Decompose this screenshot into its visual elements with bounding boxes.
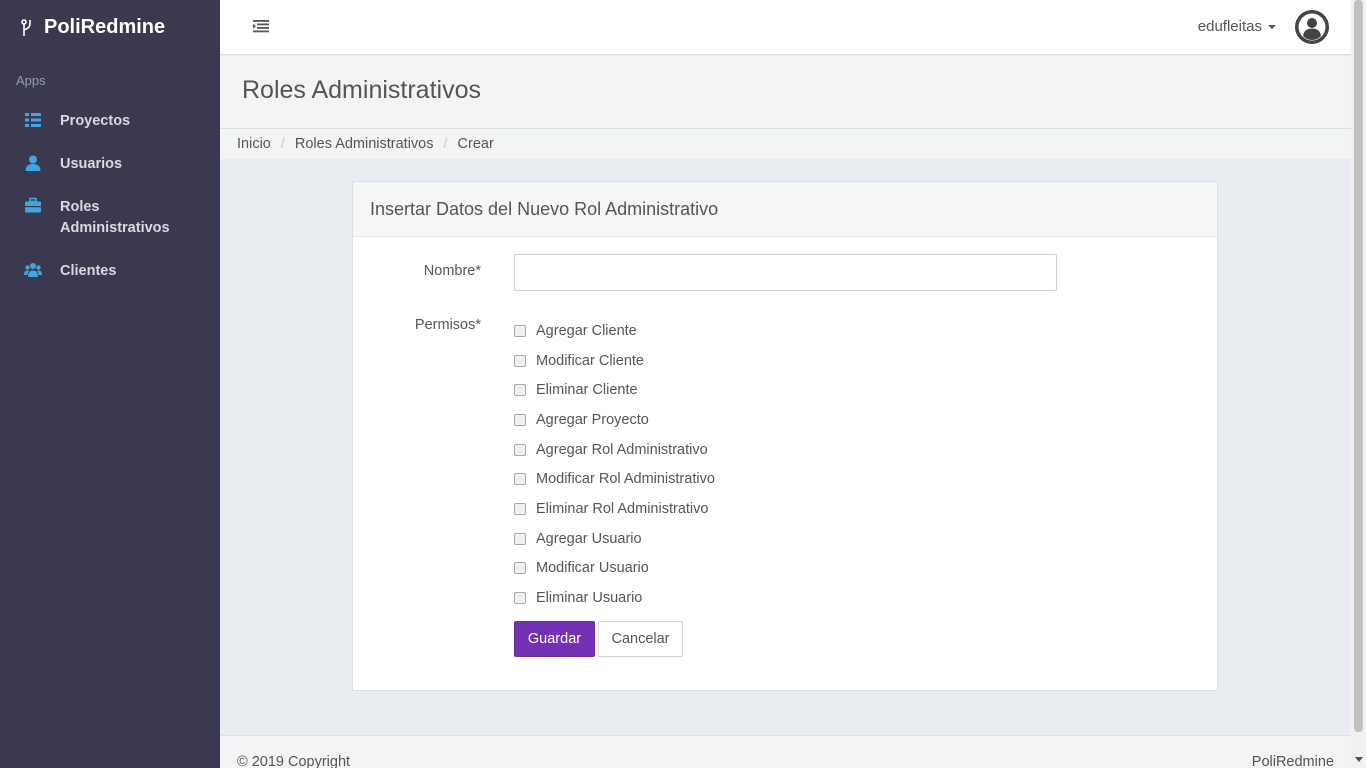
sidebar-toggle-icon[interactable]: [252, 18, 270, 34]
sidebar-item-clientes[interactable]: Clientes: [0, 252, 220, 291]
page-title: Roles Administrativos: [242, 76, 481, 104]
form-panel: Insertar Datos del Nuevo Rol Administrat…: [352, 181, 1218, 691]
permission-checkbox-agregar-proyecto[interactable]: Agregar Proyecto: [514, 405, 715, 435]
permission-checkbox-modificar-cliente[interactable]: Modificar Cliente: [514, 346, 715, 376]
users-icon: [24, 263, 42, 277]
sidebar-item-label: Roles Administrativos: [60, 199, 170, 236]
permission-checkbox-agregar-cliente[interactable]: Agregar Cliente: [514, 316, 715, 346]
footer: © 2019 Copyright PoliRedmine: [220, 735, 1351, 768]
briefcase-icon: [25, 197, 41, 213]
checkbox[interactable]: [514, 443, 526, 456]
sidebar-item-proyectos[interactable]: Proyectos: [0, 102, 220, 141]
permission-checkbox-modificar-usuario[interactable]: Modificar Usuario: [514, 554, 715, 584]
permissions-list: Agregar Cliente Modificar Cliente Elimin…: [514, 316, 715, 613]
caret-down-icon: [1268, 24, 1276, 29]
checkbox[interactable]: [514, 413, 526, 426]
avatar[interactable]: [1294, 9, 1330, 45]
sidebar-item-label: Clientes: [60, 263, 117, 279]
sidebar-nav: Proyectos Usuarios Roles Administrativos: [0, 102, 220, 291]
list-icon: [25, 113, 41, 127]
permission-label: Agregar Rol Administrativo: [536, 441, 708, 458]
permission-checkbox-agregar-rol[interactable]: Agregar Rol Administrativo: [514, 435, 715, 465]
checkbox[interactable]: [514, 354, 526, 367]
cancel-button[interactable]: Cancelar: [598, 621, 683, 657]
scroll-down-arrow-icon[interactable]: [1355, 757, 1363, 762]
footer-copyright: © 2019 Copyright: [237, 754, 351, 768]
breadcrumb: Inicio / Roles Administrativos / Crear: [220, 129, 1351, 159]
main-content: Insertar Datos del Nuevo Rol Administrat…: [220, 159, 1351, 735]
sidebar: PoliRedmine Apps Proyectos Usuarios Role…: [0, 0, 220, 768]
checkbox[interactable]: [514, 324, 526, 337]
footer-brand: PoliRedmine: [1251, 754, 1334, 768]
name-label: Nombre*: [423, 263, 481, 279]
checkbox[interactable]: [514, 384, 526, 397]
permission-label: Agregar Usuario: [536, 530, 642, 547]
scrollbar-thumb[interactable]: [1354, 0, 1363, 732]
brand[interactable]: PoliRedmine: [0, 0, 220, 55]
permission-label: Eliminar Usuario: [536, 590, 643, 607]
username: edufleitas: [1197, 18, 1262, 35]
permission-checkbox-modificar-rol[interactable]: Modificar Rol Administrativo: [514, 464, 715, 494]
permissions-label: Permisos*: [414, 317, 481, 333]
sidebar-item-roles[interactable]: Roles Administrativos: [0, 188, 220, 248]
breadcrumb-separator: /: [443, 136, 448, 152]
checkbox[interactable]: [514, 502, 526, 515]
checkbox[interactable]: [514, 592, 526, 605]
breadcrumb-current: Crear: [457, 136, 494, 152]
name-input[interactable]: [514, 254, 1057, 291]
page-header: Roles Administrativos: [220, 56, 1351, 129]
sidebar-item-usuarios[interactable]: Usuarios: [0, 145, 220, 184]
sidebar-item-label: Proyectos: [60, 113, 131, 129]
permission-checkbox-eliminar-usuario[interactable]: Eliminar Usuario: [514, 583, 715, 613]
permission-label: Agregar Cliente: [536, 322, 637, 339]
brand-name: PoliRedmine: [44, 16, 166, 38]
breadcrumb-separator: /: [280, 136, 285, 152]
panel-heading: Insertar Datos del Nuevo Rol Administrat…: [353, 182, 1217, 237]
permission-checkbox-eliminar-rol[interactable]: Eliminar Rol Administrativo: [514, 494, 715, 524]
git-branch-icon: [21, 18, 31, 36]
topbar: edufleitas: [220, 0, 1351, 55]
breadcrumb-roles[interactable]: Roles Administrativos: [295, 136, 434, 152]
sidebar-item-label: Usuarios: [60, 156, 123, 172]
user-menu[interactable]: edufleitas: [1198, 18, 1276, 35]
sidebar-section-label: Apps: [16, 73, 46, 88]
permission-label: Modificar Cliente: [536, 352, 644, 369]
permission-checkbox-eliminar-cliente[interactable]: Eliminar Cliente: [514, 375, 715, 405]
permission-label: Modificar Rol Administrativo: [536, 471, 715, 488]
permission-label: Agregar Proyecto: [536, 411, 649, 428]
permission-checkbox-agregar-usuario[interactable]: Agregar Usuario: [514, 524, 715, 554]
breadcrumb-inicio[interactable]: Inicio: [237, 136, 271, 152]
checkbox[interactable]: [514, 532, 526, 545]
permission-label: Eliminar Cliente: [536, 382, 638, 399]
permission-label: Eliminar Rol Administrativo: [536, 500, 709, 517]
save-button[interactable]: Guardar: [514, 621, 595, 657]
checkbox[interactable]: [514, 473, 526, 486]
permission-label: Modificar Usuario: [536, 560, 649, 577]
checkbox[interactable]: [514, 562, 526, 575]
user-icon: [25, 155, 41, 171]
vertical-scrollbar[interactable]: [1351, 0, 1366, 768]
